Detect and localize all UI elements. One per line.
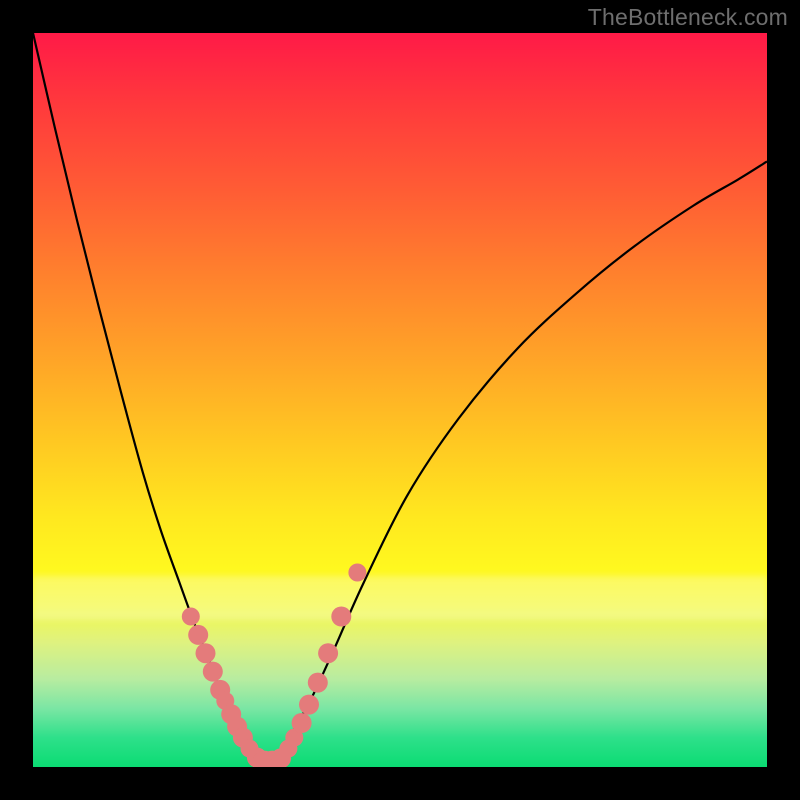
highlight-dot [299, 695, 319, 715]
highlight-dot [188, 625, 208, 645]
plot-area [33, 33, 767, 767]
highlight-dot [182, 608, 200, 626]
highlight-dots [182, 564, 367, 768]
highlight-dot [292, 713, 312, 733]
highlight-dot [308, 673, 328, 693]
watermark-text: TheBottleneck.com [588, 4, 788, 31]
chart-frame: TheBottleneck.com [0, 0, 800, 800]
highlight-dot [196, 643, 216, 663]
highlight-dot [348, 564, 366, 582]
highlight-dot [331, 607, 351, 627]
highlight-dot [203, 662, 223, 682]
dot-layer [33, 33, 767, 767]
highlight-dot [318, 643, 338, 663]
